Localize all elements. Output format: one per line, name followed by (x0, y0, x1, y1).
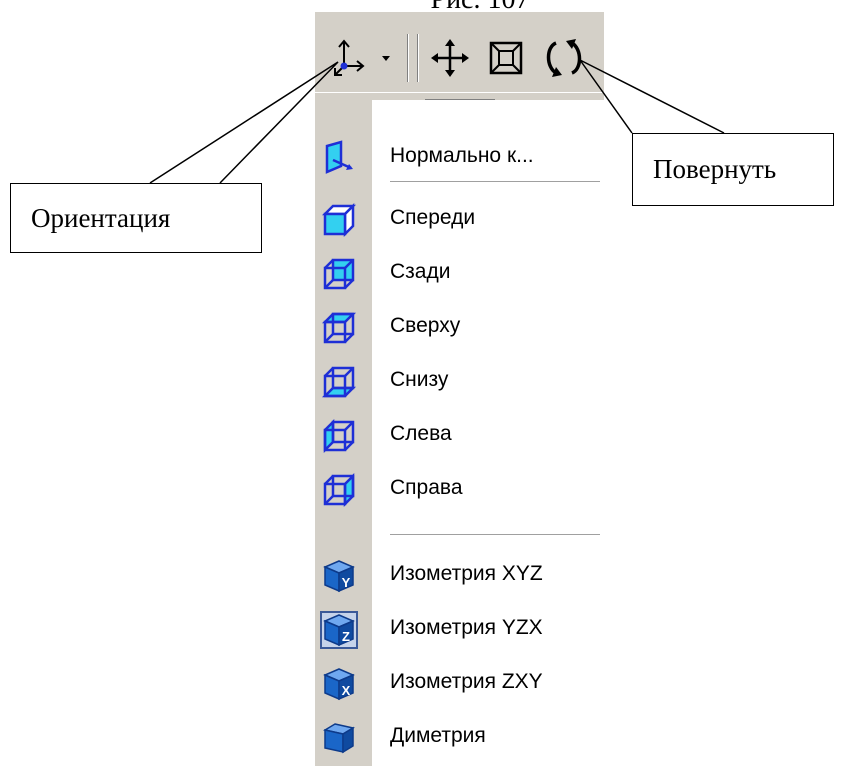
view-toolbar (315, 12, 604, 113)
menu-item-bottom[interactable]: Снизу (315, 354, 604, 408)
menu-item-right[interactable]: Справа (315, 462, 604, 516)
callout-rotate-label: Повернуть (653, 154, 777, 184)
move-arrows-icon (431, 39, 469, 77)
menu-item-front[interactable]: Спереди (315, 192, 604, 246)
cube-right-icon (321, 472, 357, 508)
menu-item-back[interactable]: Сзади (315, 246, 604, 300)
menu-item-label: Сзади (390, 260, 451, 283)
toolbar-separator (407, 34, 409, 82)
move-button[interactable] (425, 32, 475, 84)
iso-zxy-icon: X (321, 666, 357, 702)
menu-item-label: Слева (390, 422, 452, 445)
normal-to-icon (321, 140, 357, 176)
callout-orientation-label: Ориентация (31, 202, 171, 233)
rotate-icon (546, 39, 582, 77)
svg-text:Y: Y (342, 575, 351, 590)
menu-item-label: Диметрия (390, 724, 486, 747)
orientation-dropdown-button[interactable] (371, 32, 401, 84)
iso-xyz-icon: Y (321, 558, 357, 594)
menu-separator (390, 534, 600, 536)
zoom-frame-button[interactable] (481, 32, 531, 84)
toolbar-separator (417, 34, 419, 82)
menu-item-left[interactable]: Слева (315, 408, 604, 462)
dropdown-arrow-icon (382, 56, 390, 61)
menu-item-label: Справа (390, 476, 463, 499)
cube-back-icon (321, 256, 357, 292)
zoom-frame-icon (489, 41, 523, 75)
cube-front-icon (321, 202, 357, 238)
menu-item-iso-yzx[interactable]: Z Изометрия YZX (315, 602, 604, 656)
cube-top-icon (321, 310, 357, 346)
menu-item-normal-to[interactable]: Нормально к... (315, 130, 604, 184)
menu-item-label: Изометрия ZXY (390, 670, 543, 693)
iso-yzx-icon: Z (320, 611, 358, 649)
menu-separator (390, 181, 600, 183)
rotate-button[interactable] (537, 32, 593, 84)
menu-item-label: Нормально к... (390, 144, 534, 167)
callout-orientation: Ориентация (10, 183, 262, 253)
cube-left-icon (321, 418, 357, 454)
menu-item-label: Спереди (390, 206, 476, 229)
orientation-menu: Нормально к... Спереди Сзади Сверху Сниз… (315, 100, 604, 766)
menu-item-label: Снизу (390, 368, 449, 391)
menu-item-label: Сверху (390, 314, 461, 337)
menu-item-iso-xyz[interactable]: Y Изометрия XYZ (315, 548, 604, 602)
callout-orientation-leader (149, 61, 339, 184)
svg-text:X: X (342, 683, 351, 698)
svg-text:Z: Z (342, 629, 350, 644)
menu-item-label: Изометрия XYZ (390, 562, 543, 585)
menu-item-label: Изометрия YZX (390, 616, 543, 639)
menu-item-top[interactable]: Сверху (315, 300, 604, 354)
callout-rotate: Повернуть (632, 133, 834, 206)
menu-item-iso-zxy[interactable]: X Изометрия ZXY (315, 656, 604, 710)
cube-bottom-icon (321, 364, 357, 400)
orientation-button[interactable] (319, 32, 369, 84)
dimetric-icon (321, 720, 357, 756)
menu-item-dimetric[interactable]: Диметрия (315, 710, 604, 764)
orientation-axes-icon (334, 39, 365, 76)
